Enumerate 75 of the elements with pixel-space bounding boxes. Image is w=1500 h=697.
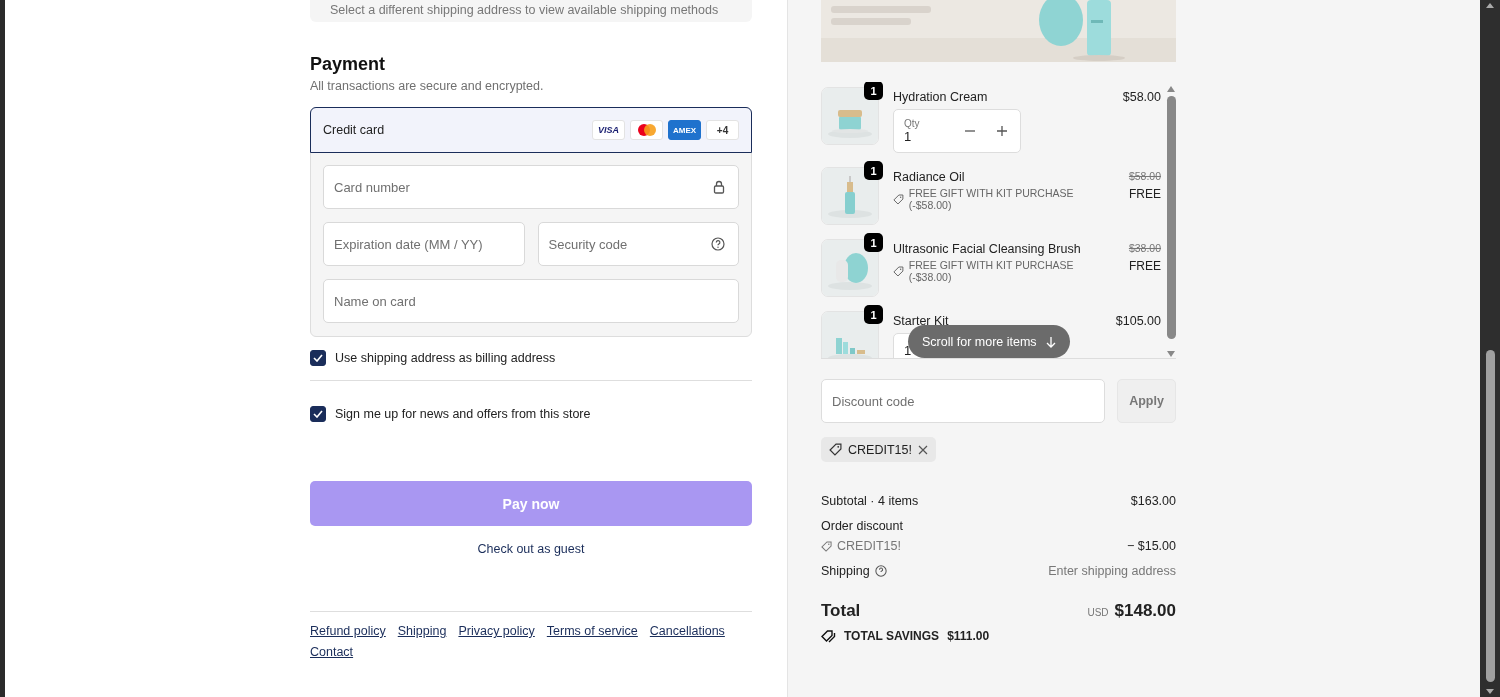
tag-icon <box>893 193 904 205</box>
input-field[interactable]: Expiration date (MM / YY) <box>323 222 525 266</box>
footer-link[interactable]: Cancellations <box>649 624 725 638</box>
discount-code-field[interactable]: Discount code <box>821 379 1105 423</box>
more-brands-badge: +4 <box>706 120 739 140</box>
amex-logo: AMEX <box>668 120 701 140</box>
shipping-notice: Select a different shipping address to view available shipping methods <box>310 0 752 22</box>
credit-card-option[interactable]: Credit card VISA AMEX +4 <box>310 107 752 153</box>
input-field[interactable]: Security code <box>537 222 739 266</box>
quantity-badge: 1 <box>864 161 883 180</box>
help-icon[interactable] <box>874 565 887 577</box>
scroll-up-icon[interactable] <box>1166 85 1176 93</box>
guest-checkout-link[interactable]: Check out as guest <box>477 542 585 556</box>
discount-code: CREDIT15! <box>837 539 901 553</box>
product-price: FREE <box>1129 259 1161 273</box>
total-savings-label: TOTAL SAVINGS <box>844 629 940 643</box>
tag-icon <box>821 540 832 552</box>
footer-link[interactable]: Terms of service <box>546 624 638 638</box>
currency-label: USD <box>1087 607 1109 618</box>
input-field[interactable]: Card number <box>323 165 739 209</box>
product-price: FREE <box>1129 187 1161 201</box>
payment-subtitle: All transactions are secure and encrypted. <box>310 79 545 93</box>
checkbox[interactable] <box>310 350 326 366</box>
footer-link[interactable]: Privacy policy <box>458 624 535 638</box>
scroll-up-icon[interactable] <box>1485 2 1495 9</box>
footer-link[interactable]: Shipping <box>397 624 447 638</box>
scroll-down-icon[interactable] <box>1485 688 1495 695</box>
input-field[interactable]: Name on card <box>323 279 739 323</box>
product-name: Starter Kit <box>893 314 950 328</box>
visa-logo: VISA <box>592 120 625 140</box>
checkbox[interactable] <box>310 406 326 422</box>
total-label: Total <box>821 601 861 621</box>
down-arrow-icon <box>1045 335 1056 348</box>
discount-code: CREDIT15! <box>848 442 912 457</box>
shipping-label: Shipping <box>821 564 870 578</box>
total-savings-value: $111.00 <box>947 629 990 643</box>
checkmark-icon <box>313 354 323 362</box>
tag-icon <box>829 443 842 456</box>
order-discount-label: Order discount <box>821 519 903 533</box>
footer-link[interactable]: Contact <box>310 645 354 659</box>
scroll-down-icon[interactable] <box>1166 350 1176 358</box>
subtotal-value: $163.00 <box>1130 494 1176 508</box>
total-value: $148.00 <box>1114 601 1176 621</box>
gift-note: FREE GIFT WITH KIT PURCHASE (-$58.00) <box>908 187 1075 211</box>
credit-card-label: Credit card <box>323 123 385 137</box>
close-icon[interactable] <box>917 444 928 455</box>
subtotal-label: Subtotal · 4 items <box>821 494 919 508</box>
discount-value: − $15.00 <box>1127 539 1176 553</box>
tags-icon <box>821 629 836 643</box>
page-scrollbar[interactable] <box>1480 0 1500 697</box>
quantity-badge: 1 <box>864 305 883 324</box>
quantity-field[interactable]: Qty 1 <box>893 109 1021 153</box>
footer-link[interactable]: Refund policy <box>310 624 386 638</box>
help-icon[interactable] <box>711 237 725 251</box>
plus-icon[interactable] <box>996 125 1008 137</box>
apply-button[interactable]: Apply <box>1117 379 1176 423</box>
product-price: $58.00 <box>1122 90 1161 104</box>
product-name: Radiance Oil <box>893 170 966 184</box>
product-price: $105.00 <box>1115 314 1161 328</box>
tag-icon <box>893 265 904 277</box>
product-name: Hydration Cream <box>893 90 989 104</box>
quantity-badge: 1 <box>864 82 883 100</box>
product-name: Ultrasonic Facial Cleansing Brush <box>893 242 1082 256</box>
scroll-thumb[interactable] <box>1485 350 1495 682</box>
checkbox-label: Use shipping address as billing address <box>335 351 556 365</box>
original-price: $38.00 <box>1128 242 1161 254</box>
gift-note: FREE GIFT WITH KIT PURCHASE (-$38.00) <box>908 259 1075 283</box>
checkmark-icon <box>313 410 323 418</box>
original-price: $58.00 <box>1128 170 1161 182</box>
payment-heading: Payment <box>310 54 387 75</box>
lock-icon <box>713 180 725 194</box>
checkbox-label: Sign me up for news and offers from this store <box>335 407 591 421</box>
mastercard-logo <box>630 120 663 140</box>
quantity-badge: 1 <box>864 233 883 252</box>
shipping-value: Enter shipping address <box>1048 564 1176 578</box>
